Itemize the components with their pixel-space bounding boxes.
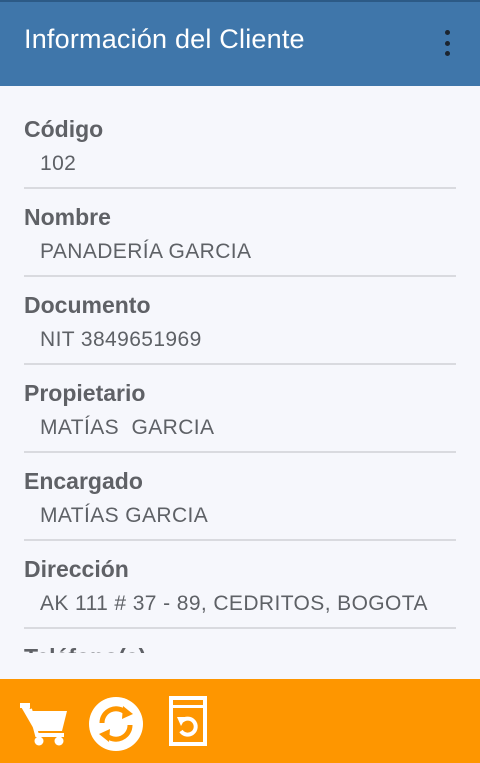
field-nombre: Nombre PANADERÍA GARCIA xyxy=(24,174,456,277)
shopping-cart-icon[interactable] xyxy=(18,699,70,747)
field-label: Teléfono(s) xyxy=(24,644,146,653)
client-info-list[interactable]: Código 102 Nombre PANADERÍA GARCIA Docum… xyxy=(0,86,480,653)
field-value: AK 111 # 37 - 89, CEDRITOS, BOGOTA xyxy=(40,592,428,615)
field-label: Código xyxy=(24,116,104,142)
field-label: Nombre xyxy=(24,204,111,230)
field-label: Propietario xyxy=(24,380,146,406)
field-propietario: Propietario MATÍAS GARCIA xyxy=(24,350,456,453)
field-value: PANADERÍA GARCIA xyxy=(40,240,252,263)
overflow-dot xyxy=(444,40,450,46)
field-label: Documento xyxy=(24,292,151,318)
field-documento: Documento NIT 3849651969 xyxy=(24,262,456,365)
overflow-menu-icon[interactable] xyxy=(434,26,460,60)
field-encargado: Encargado MATÍAS GARCIA xyxy=(24,438,456,541)
app-bar: Información del Cliente xyxy=(0,0,480,86)
status-strip xyxy=(0,0,480,2)
field-label: Encargado xyxy=(24,468,143,494)
field-value: MATÍAS GARCIA xyxy=(40,416,215,439)
field-label: Dirección xyxy=(24,556,129,582)
overflow-dot xyxy=(444,51,450,56)
field-value: MATÍAS GARCIA xyxy=(40,504,209,527)
page-title: Información del Cliente xyxy=(24,24,305,54)
overflow-dot xyxy=(444,30,450,35)
field-value: NIT 3849651969 xyxy=(40,328,202,351)
field-codigo: Código 102 xyxy=(24,86,456,189)
field-value: 102 xyxy=(40,152,77,175)
sync-icon[interactable] xyxy=(88,696,144,752)
field-direccion: Dirección AK 111 # 37 - 89, CEDRITOS, BO… xyxy=(24,526,456,629)
field-telefono: Teléfono(s) xyxy=(24,614,456,653)
bottom-action-bar xyxy=(0,679,480,763)
return-document-icon[interactable] xyxy=(168,695,208,747)
